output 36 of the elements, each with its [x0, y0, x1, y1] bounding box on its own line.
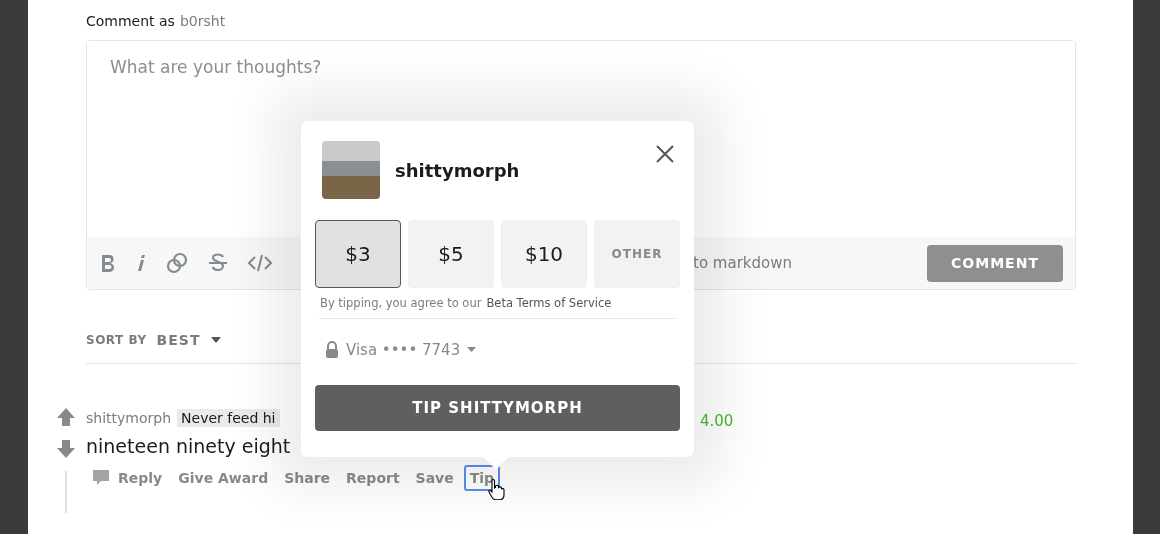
speech-bubble-icon [92, 469, 110, 487]
recipient-name: shittymorph [395, 159, 520, 181]
photo-placeholder [322, 141, 380, 199]
user-flair: Never feed hi [177, 409, 280, 427]
tip-button[interactable]: TIP SHITTYMORPH [315, 385, 680, 431]
amount-option[interactable]: $3 [315, 220, 401, 288]
lock-icon [325, 341, 339, 359]
comment-author[interactable]: shittymorph [86, 410, 172, 426]
amount-option[interactable]: $10 [501, 220, 587, 288]
terms-text: By tipping, you agree to our [320, 296, 482, 310]
amount-option[interactable]: OTHER [594, 220, 680, 288]
italic-icon[interactable] [135, 253, 147, 273]
downvote-icon[interactable] [56, 439, 76, 459]
comment-text: nineteen ninety eight [86, 435, 292, 457]
action-link[interactable]: Save [409, 465, 460, 491]
caret-icon [210, 336, 223, 344]
reply-button[interactable]: Reply [86, 465, 169, 491]
strikethrough-icon[interactable] [207, 252, 229, 274]
code-icon[interactable] [247, 252, 273, 274]
action-link[interactable]: Give Award [172, 465, 275, 491]
comment-as-label: Comment as [86, 13, 175, 29]
terms-link[interactable]: Beta Terms of Service [486, 296, 612, 310]
upvote-icon[interactable] [56, 407, 76, 427]
sort-by-label: SORT BY [86, 333, 147, 347]
sort-dropdown[interactable]: BEST [156, 332, 223, 348]
markdown-hint[interactable]: to markdown [693, 254, 792, 272]
action-link[interactable]: Report [340, 465, 406, 491]
amount-option[interactable]: $5 [408, 220, 494, 288]
link-icon[interactable] [165, 251, 189, 275]
username-link[interactable]: b0rsht [179, 13, 226, 29]
bold-icon[interactable] [99, 253, 117, 273]
caret-icon [467, 347, 477, 353]
close-icon[interactable] [656, 145, 674, 163]
action-link[interactable]: Share [278, 465, 337, 491]
award-amount: 4.00 [700, 412, 734, 430]
payment-dropdown[interactable]: Visa •••• 7743 [325, 341, 477, 359]
